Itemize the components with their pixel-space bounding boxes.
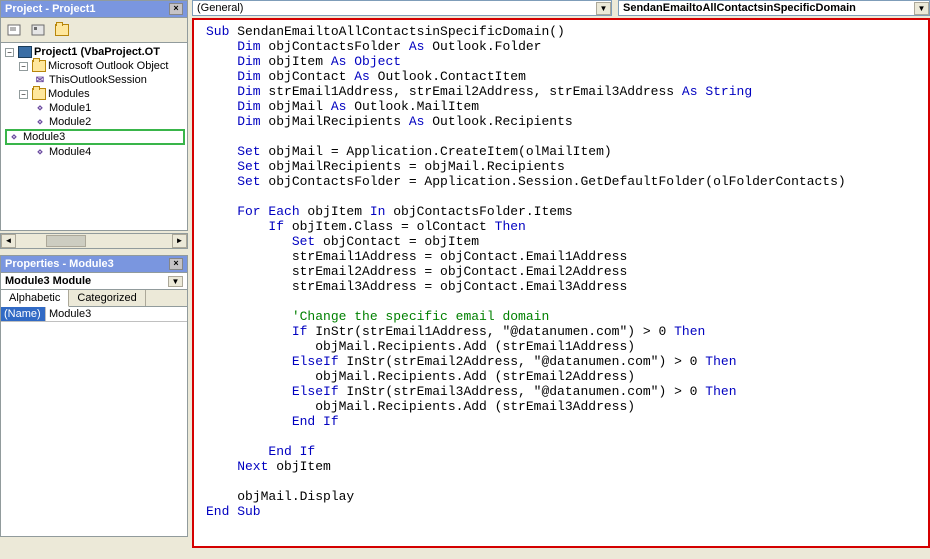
vba-project-icon xyxy=(18,46,32,58)
object-dropdown-value: (General) xyxy=(197,2,243,14)
outlook-object-icon: ✉ xyxy=(33,74,47,86)
property-name-label: (Name) xyxy=(1,307,46,322)
properties-pane-title: Properties - Module3 × xyxy=(0,255,188,273)
tree-outlook-objects[interactable]: − Microsoft Outlook Object xyxy=(5,59,185,73)
tree-label: Module4 xyxy=(49,146,91,158)
folder-icon xyxy=(32,88,46,100)
properties-object-selector[interactable]: Module3 Module ▼ xyxy=(0,273,188,290)
view-code-button[interactable] xyxy=(3,20,25,40)
project-tree[interactable]: −Project1 (VbaProject.OT −Microsoft Outl… xyxy=(0,43,188,231)
tree-label: Module3 xyxy=(23,131,65,143)
tree-label: Module2 xyxy=(49,116,91,128)
code-content[interactable]: Sub SendanEmailtoAllContactsinSpecificDo… xyxy=(194,20,928,523)
module-icon: ⋄ xyxy=(33,116,47,128)
tab-categorized[interactable]: Categorized xyxy=(69,290,145,306)
tree-label: Module1 xyxy=(49,102,91,114)
project-pane-title: Project - Project1 × xyxy=(0,0,188,18)
properties-grid[interactable]: (Name) Module3 xyxy=(0,307,188,537)
procedure-dropdown-value: SendanEmailtoAllContactsinSpecificDomain xyxy=(623,2,856,14)
project-toolbar xyxy=(0,18,188,43)
scroll-right-arrow[interactable]: ► xyxy=(172,234,187,248)
dropdown-arrow-icon[interactable]: ▼ xyxy=(596,2,611,15)
project-close-button[interactable]: × xyxy=(169,3,183,15)
tree-modules-folder[interactable]: − Modules xyxy=(5,87,185,101)
properties-title-text: Properties - Module3 xyxy=(5,258,114,270)
expander-icon[interactable]: − xyxy=(19,62,28,71)
tree-module3[interactable]: ⋄Module3 xyxy=(5,129,185,145)
property-name-value[interactable]: Module3 xyxy=(46,307,187,322)
module-icon: ⋄ xyxy=(33,146,47,158)
folder-icon xyxy=(55,24,69,36)
project-title-text: Project - Project1 xyxy=(5,3,95,15)
tree-module2[interactable]: ⋄Module2 xyxy=(5,115,185,129)
tree-module1[interactable]: ⋄Module1 xyxy=(5,101,185,115)
dropdown-arrow-icon[interactable]: ▼ xyxy=(914,2,929,15)
scroll-thumb[interactable] xyxy=(46,235,86,247)
property-row-name[interactable]: (Name) Module3 xyxy=(1,307,187,322)
dropdown-arrow-icon[interactable]: ▼ xyxy=(168,276,183,287)
tree-root[interactable]: − Project1 (VbaProject.OT xyxy=(5,45,185,59)
tree-root-label: Project1 (VbaProject.OT xyxy=(34,46,160,58)
view-object-button[interactable] xyxy=(27,20,49,40)
properties-tabs: Alphabetic Categorized xyxy=(0,290,188,307)
toggle-folders-button[interactable] xyxy=(51,20,73,40)
object-dropdown[interactable]: (General) ▼ xyxy=(192,0,612,16)
module-icon: ⋄ xyxy=(7,131,21,143)
tree-label: Microsoft Outlook Object xyxy=(48,60,168,72)
code-editor[interactable]: Sub SendanEmailtoAllContactsinSpecificDo… xyxy=(192,18,930,548)
project-h-scrollbar[interactable]: ◄► xyxy=(0,233,188,249)
properties-object-label: Module3 Module xyxy=(5,275,164,287)
properties-close-button[interactable]: × xyxy=(169,258,183,270)
expander-icon[interactable]: − xyxy=(5,48,14,57)
expander-icon[interactable]: − xyxy=(19,90,28,99)
folder-icon xyxy=(32,60,46,72)
tree-module4[interactable]: ⋄Module4 xyxy=(5,145,185,159)
tab-alphabetic[interactable]: Alphabetic xyxy=(1,290,69,307)
tree-this-session[interactable]: ✉ThisOutlookSession xyxy=(5,73,185,87)
procedure-dropdown[interactable]: SendanEmailtoAllContactsinSpecificDomain… xyxy=(618,0,930,16)
scroll-left-arrow[interactable]: ◄ xyxy=(1,234,16,248)
tree-label: ThisOutlookSession xyxy=(49,74,147,86)
tree-label: Modules xyxy=(48,88,90,100)
module-icon: ⋄ xyxy=(33,102,47,114)
